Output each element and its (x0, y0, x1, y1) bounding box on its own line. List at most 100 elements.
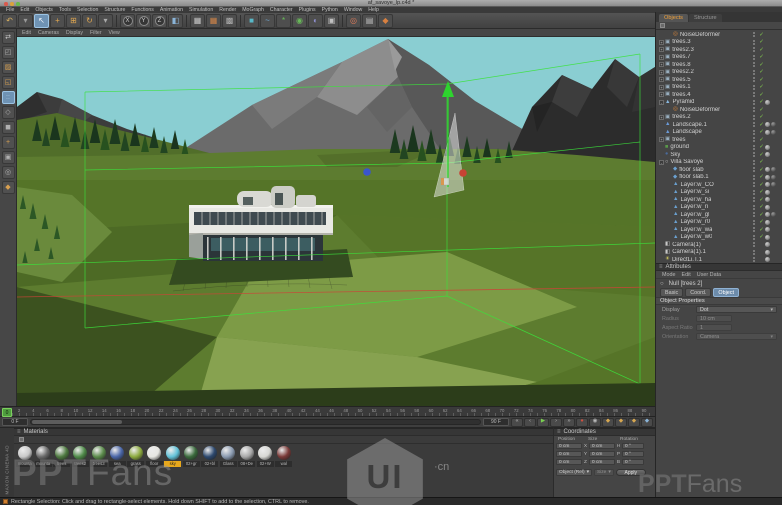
lock-y-axis-button[interactable]: Y (136, 14, 151, 28)
object-name[interactable]: trees.5 (672, 77, 690, 83)
expander-icon[interactable]: + (659, 77, 664, 82)
visibility-dots[interactable] (753, 55, 755, 60)
enable-checkmark[interactable]: ✓ (758, 99, 765, 105)
object-tree-item-ground[interactable]: +■ground✓ (656, 144, 782, 152)
material-tag-icon[interactable] (765, 130, 770, 135)
visibility-dots[interactable] (753, 250, 755, 255)
enable-checkmark[interactable]: ✓ (758, 234, 765, 240)
key-parameter-button[interactable]: ◆ (641, 418, 653, 427)
enable-checkmark[interactable]: ✓ (758, 182, 765, 188)
enable-checkmark[interactable]: ✓ (758, 62, 765, 68)
material-sphere[interactable] (203, 446, 217, 460)
orientation-dropdown[interactable]: Camera▾ (696, 333, 777, 340)
lock-z-axis-button[interactable]: Z (152, 14, 167, 28)
object-name[interactable]: trees.1 (672, 84, 690, 90)
add-deformer-button[interactable]: ◉ (292, 14, 307, 28)
object-name[interactable]: DirectLi.T.1 (672, 257, 702, 263)
object-tree-item-layer-w-ri[interactable]: +▲Layer:w_ri✓ (656, 204, 782, 212)
object-tree-item-layer-w-r0[interactable]: +▲Layer:w_r0✓ (656, 219, 782, 227)
size-y-input[interactable]: 0 cm (589, 451, 615, 458)
enable-checkmark[interactable]: ✓ (758, 167, 765, 173)
object-name[interactable]: trees.7 (672, 54, 690, 60)
object-name[interactable]: Landscape (672, 129, 701, 135)
object-tree-item-floor-slab-1[interactable]: +◆floor slab.1✓ (656, 174, 782, 182)
object-tree-item-layer-w-wa[interactable]: +▲Layer:w_wa✓ (656, 226, 782, 234)
enable-checkmark[interactable]: ✓ (758, 212, 765, 218)
enable-checkmark[interactable]: ✓ (758, 152, 765, 158)
material-sphere[interactable] (36, 446, 50, 460)
visibility-dots[interactable] (753, 130, 755, 135)
enable-checkmark[interactable]: ✓ (758, 197, 765, 203)
object-name[interactable]: Layer:w_ha (680, 197, 711, 203)
tab-structure[interactable]: Structure (689, 14, 722, 22)
add-spline-button[interactable]: ~ (260, 14, 275, 28)
render-picture-viewer-button[interactable]: ▦ (206, 14, 221, 28)
material-grass[interactable]: grass (127, 446, 145, 467)
attr-menu-user-data[interactable]: User Data (697, 272, 721, 278)
current-frame-marker[interactable]: 0 (2, 408, 12, 417)
render-settings-button[interactable]: ▩ (222, 14, 237, 28)
material-sphere[interactable] (221, 446, 235, 460)
object-name[interactable]: Layer:w_wa (680, 227, 712, 233)
expander-icon[interactable]: + (659, 62, 664, 67)
object-name[interactable]: Pyramid (672, 99, 694, 105)
material-floor[interactable]: floor (146, 446, 164, 467)
visibility-dots[interactable] (753, 122, 755, 127)
material-sphere[interactable] (147, 446, 161, 460)
rotate-tool[interactable]: ↻ (82, 14, 97, 28)
size-x-input[interactable]: 0 cm (589, 443, 615, 450)
visibility-dots[interactable] (753, 227, 755, 232)
object-tree-item-noisedeformer[interactable]: +◎NoiseDeformer✓ (656, 31, 782, 39)
material-sphere[interactable] (184, 446, 198, 460)
material-08-de[interactable]: 08+De (238, 446, 256, 467)
end-frame-field[interactable]: 90 F (483, 418, 509, 426)
material-tag-icon[interactable] (765, 100, 770, 105)
object-name[interactable]: trees2.2 (672, 69, 694, 75)
position-x-input[interactable]: 0 cm (556, 443, 582, 450)
visibility-dots[interactable] (753, 235, 755, 240)
material-sphere[interactable] (129, 446, 143, 460)
visibility-dots[interactable] (753, 182, 755, 187)
material-tag-icon[interactable] (765, 122, 770, 127)
material-tag-icon[interactable] (765, 205, 770, 210)
material-tag-icon[interactable] (765, 152, 770, 157)
object-tree-item-trees2-3[interactable]: +▣trees2.3✓ (656, 46, 782, 54)
radius-input[interactable]: 10 cm (696, 315, 732, 322)
visibility-dots[interactable] (753, 115, 755, 120)
object-tree-item-trees-2[interactable]: +▣trees.2✓ (656, 114, 782, 122)
material-sphere[interactable] (166, 446, 180, 460)
attr-menu-mode[interactable]: Mode (662, 272, 676, 278)
object-tree-item-pyramid[interactable]: -▲Pyramid✓ (656, 99, 782, 107)
object-tree-item-trees-1[interactable]: +▣trees.1✓ (656, 84, 782, 92)
enable-checkmark[interactable]: ✓ (758, 174, 765, 180)
visibility-dots[interactable] (753, 152, 755, 157)
enable-checkmark[interactable]: ✓ (758, 69, 765, 75)
object-name[interactable]: trees (672, 137, 685, 143)
play-button[interactable]: ▶ (537, 418, 549, 427)
material-sky[interactable]: sky (164, 446, 182, 467)
material-02-gr[interactable]: 02+gr (183, 446, 201, 467)
object-name[interactable]: trees.2 (672, 114, 690, 120)
visibility-dots[interactable] (753, 212, 755, 217)
object-tree-item-trees[interactable]: +▣trees✓ (656, 136, 782, 144)
material-tag-icon[interactable] (771, 175, 776, 180)
object-tree-item-trees-8[interactable]: +▣trees.8✓ (656, 61, 782, 69)
material-tag-icon[interactable] (765, 175, 770, 180)
enable-checkmark[interactable]: ✓ (758, 39, 765, 45)
enable-checkmark[interactable]: ✓ (758, 219, 765, 225)
object-name[interactable]: Layer:w_w0 (680, 234, 712, 240)
add-camera-button[interactable]: ▣ (324, 14, 339, 28)
enable-checkmark[interactable]: ✓ (758, 129, 765, 135)
visibility-dots[interactable] (753, 32, 755, 37)
attributes-tab-coord[interactable]: Coord. (685, 288, 711, 297)
material-sphere[interactable] (110, 446, 124, 460)
visibility-dots[interactable] (753, 85, 755, 90)
rotation-h-input[interactable]: 0 ° (622, 443, 644, 450)
enable-checkmark[interactable]: ✓ (758, 54, 765, 60)
visibility-dots[interactable] (753, 145, 755, 150)
size-z-input[interactable]: 0 cm (589, 459, 615, 466)
viewport[interactable]: EditCamerasDisplayFilterView (17, 29, 655, 406)
object-tree-item-camera-1-1[interactable]: +◧Camera(1).1 (656, 249, 782, 257)
coordinate-mode-dropdown[interactable]: Object (Rel)▾ (556, 469, 592, 476)
model-mode-icon[interactable]: ◰ (2, 46, 15, 59)
